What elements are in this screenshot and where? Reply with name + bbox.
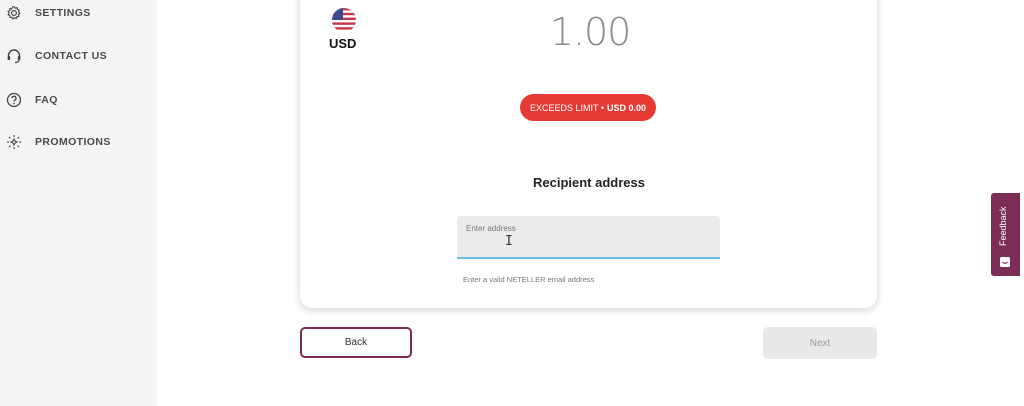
limit-badge-value: USD 0.00 bbox=[606, 102, 647, 113]
recipient-address-field[interactable]: Enter address I bbox=[457, 216, 724, 259]
sidebar-item-label: SETTINGS bbox=[35, 7, 91, 19]
currency-code: USD bbox=[329, 36, 357, 51]
amount-value[interactable]: 1.00 bbox=[520, 10, 660, 54]
sidebar-item-faq[interactable]: FAQ bbox=[0, 85, 157, 115]
exceeds-limit-badge: EXCEEDS LIMIT • USD 0.00 bbox=[520, 94, 656, 121]
feedback-label: Feedback bbox=[998, 206, 1008, 246]
sidebar-item-contact-us[interactable]: CONTACT US bbox=[0, 41, 157, 71]
feedback-tab[interactable]: Feedback bbox=[991, 193, 1020, 276]
headset-icon bbox=[5, 47, 23, 65]
sidebar: SETTINGS CONTACT US FAQ PROMOTIONS bbox=[0, 0, 157, 406]
sparkle-icon bbox=[5, 133, 23, 151]
gear-icon bbox=[5, 4, 23, 22]
sidebar-item-label: FAQ bbox=[35, 94, 58, 106]
sidebar-item-settings[interactable]: SETTINGS bbox=[0, 0, 157, 28]
sidebar-item-label: PROMOTIONS bbox=[35, 136, 111, 148]
address-helper-text: Enter a valid NETELLER email address bbox=[463, 275, 595, 284]
back-button[interactable]: Back bbox=[300, 327, 412, 358]
sidebar-item-promotions[interactable]: PROMOTIONS bbox=[0, 127, 157, 157]
feedback-icon bbox=[999, 255, 1011, 267]
recipient-address-title: Recipient address bbox=[533, 175, 645, 190]
recipient-address-input[interactable] bbox=[457, 216, 724, 259]
next-button[interactable]: Next bbox=[763, 327, 877, 359]
us-flag-icon bbox=[332, 8, 356, 32]
limit-badge-text: EXCEEDS LIMIT • bbox=[529, 102, 604, 113]
question-circle-icon bbox=[5, 91, 23, 109]
sidebar-item-label: CONTACT US bbox=[35, 50, 108, 62]
